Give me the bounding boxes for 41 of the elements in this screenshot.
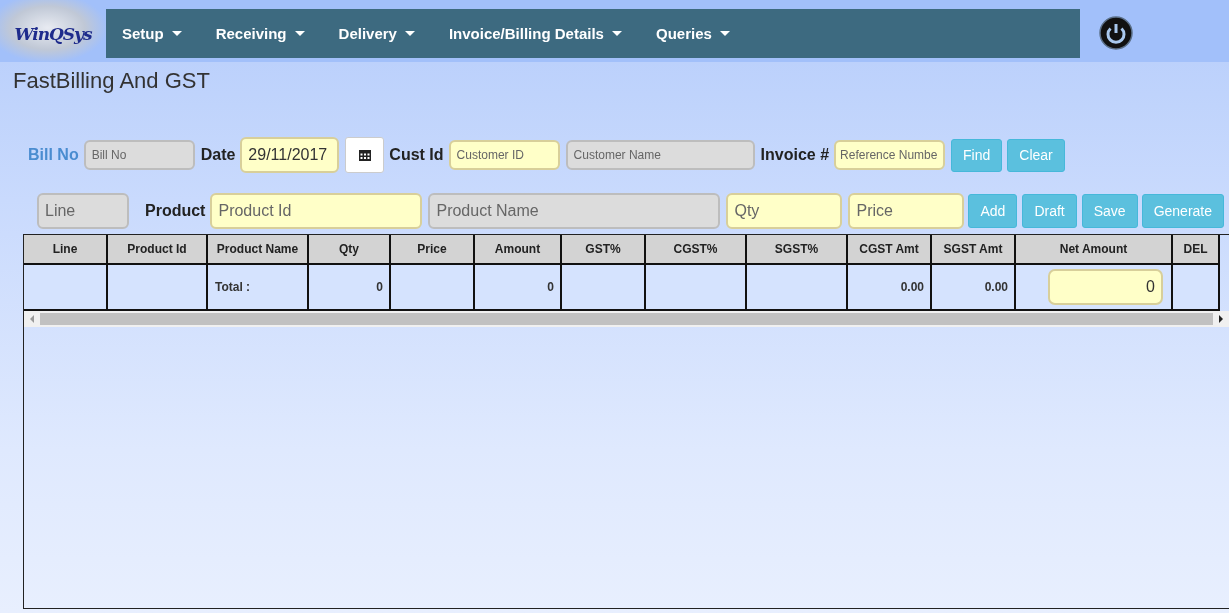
table-cell: 0 (547, 280, 554, 294)
menu-item[interactable]: Delivery (338, 25, 415, 42)
total-field[interactable]: 0 (1048, 269, 1163, 305)
column-header: Amount (474, 235, 561, 264)
input-field[interactable]: Qty (726, 193, 843, 229)
column-header: Product Id (107, 235, 207, 264)
field-label: Bill No (28, 146, 79, 164)
column-header: CGST% (645, 235, 746, 264)
column-header: GST% (561, 235, 645, 264)
column-header: SGST Amt (931, 235, 1015, 264)
logo: WinQSys (0, 0, 106, 62)
page-title: FastBilling And GST (13, 68, 210, 94)
column-header: Line (24, 235, 107, 264)
menu-item[interactable]: Setup (122, 25, 182, 42)
input-field[interactable]: Price (848, 193, 965, 229)
menu-item[interactable]: Receiving (215, 25, 305, 42)
menu-item[interactable]: Invoice/Billing Details (448, 25, 622, 42)
calendar-icon (358, 149, 371, 161)
menu-item[interactable]: Queries (655, 25, 730, 42)
table-cell: 0 (376, 280, 383, 294)
column-header: SGST% (746, 235, 847, 264)
column-header: DEL (1172, 235, 1219, 264)
field-label: Invoice # (760, 146, 830, 164)
column-header: CGST Amt (847, 235, 931, 264)
horizontal-scrollbar[interactable] (24, 311, 1229, 327)
column-header: Price (390, 235, 474, 264)
input-field[interactable]: 29/11/2017 (240, 137, 340, 173)
input-field[interactable]: Reference Numbe (834, 140, 946, 170)
field-label: Cust Id (389, 146, 444, 164)
column-header: Product Name (207, 235, 308, 264)
input-field[interactable]: Product Id (210, 193, 423, 229)
field-label: Product (145, 202, 206, 220)
table-cell: 0.00 (900, 280, 924, 294)
table-cell: 0.00 (984, 280, 1008, 294)
field-label: Date (200, 146, 236, 164)
calendar-button[interactable] (345, 137, 385, 173)
power-icon[interactable] (1099, 16, 1133, 50)
table-cell: Total : (215, 280, 251, 294)
input-field[interactable]: Customer ID (448, 140, 560, 170)
column-header: Net Amount (1015, 235, 1172, 264)
column-header: Qty (308, 235, 390, 264)
